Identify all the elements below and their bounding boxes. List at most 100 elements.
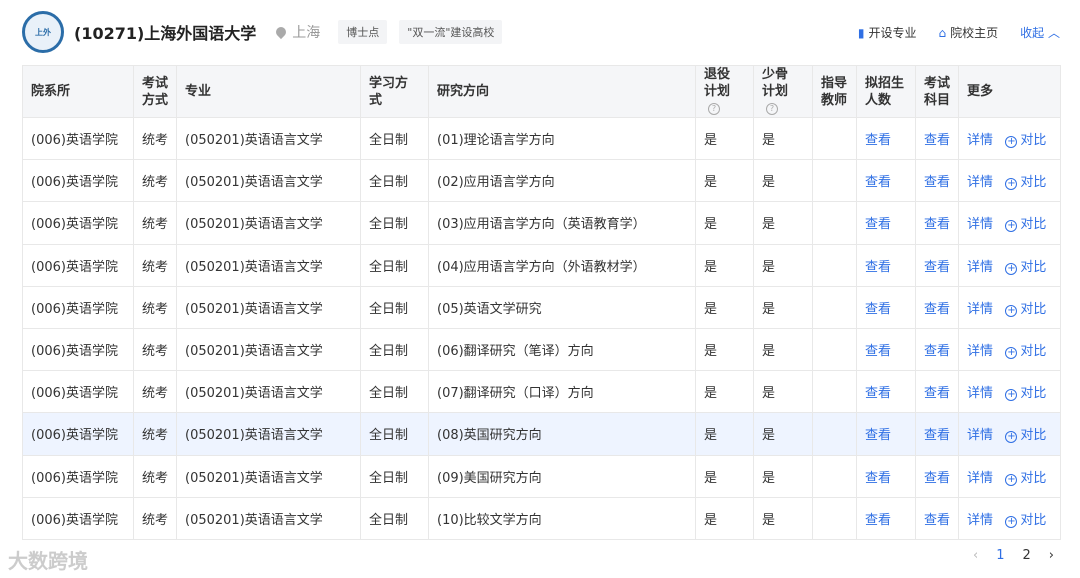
- majors-link-label: 开设专业: [868, 25, 917, 40]
- location-pin-icon: [274, 24, 289, 40]
- majors-link[interactable]: ▮ 开设专业: [858, 24, 917, 41]
- cell-major: (050201)英语语言文学: [176, 412, 361, 456]
- detail-link[interactable]: 详情: [967, 260, 993, 275]
- compare-button[interactable]: + 对比: [1005, 175, 1046, 191]
- cell-subjects: 查看: [915, 159, 959, 203]
- cell-retired-plan: 是: [695, 201, 754, 245]
- collapse-button[interactable]: 收起 ︿: [1020, 24, 1060, 41]
- cell-more: 详情 + 对比: [958, 116, 1061, 161]
- view-link[interactable]: 查看: [865, 260, 891, 275]
- cell-minority-plan: 是: [753, 159, 813, 203]
- program-table: 院系所 考试方式 专业 学习方式 研究方向 退役计划? 少骨计划? 指导教师 拟招生人数 考试科目…: [22, 65, 1061, 540]
- view-link[interactable]: 查看: [924, 133, 950, 148]
- view-link[interactable]: 查看: [865, 302, 891, 317]
- detail-link[interactable]: 详情: [967, 471, 993, 486]
- view-link[interactable]: 查看: [924, 428, 950, 443]
- cell-text: (050201)英语语言文学: [185, 175, 323, 191]
- homepage-link-label: 院校主页: [950, 25, 999, 40]
- cell-dept: (006)英语学院: [22, 201, 134, 245]
- header-label: 少骨计划: [762, 67, 789, 99]
- cell-text: (04)应用语言学方向（外语教材学）: [437, 259, 646, 275]
- cell-enrollment: 查看: [856, 454, 916, 498]
- cell-text: 是: [762, 344, 776, 360]
- cell-tutor: [812, 496, 857, 540]
- cell-enrollment: 查看: [856, 496, 916, 540]
- view-link[interactable]: 查看: [865, 513, 891, 528]
- compare-button[interactable]: + 对比: [1005, 260, 1046, 275]
- detail-link[interactable]: 详情: [967, 513, 993, 528]
- detail-link[interactable]: 详情: [967, 344, 993, 359]
- view-link[interactable]: 查看: [924, 302, 950, 317]
- compare-button[interactable]: + 对比: [1005, 513, 1046, 528]
- cell-direction: (10)比较文学方向: [428, 496, 696, 540]
- view-link[interactable]: 查看: [924, 175, 950, 190]
- help-icon[interactable]: ?: [766, 102, 778, 115]
- cell-more: 详情 + 对比: [958, 327, 1061, 372]
- cell-direction: (06)翻译研究（笔译）方向: [428, 327, 696, 372]
- cell-tutor: [812, 327, 857, 372]
- homepage-link[interactable]: ⌂ 院校主页: [939, 24, 999, 41]
- view-link[interactable]: 查看: [924, 217, 950, 232]
- view-link[interactable]: 查看: [865, 386, 891, 401]
- view-link[interactable]: 查看: [865, 133, 891, 148]
- page-1[interactable]: 1: [996, 548, 1004, 563]
- cell-retired-plan: 是: [695, 327, 754, 372]
- view-link[interactable]: 查看: [924, 471, 950, 486]
- cell-text: 全日制: [369, 217, 409, 233]
- view-link[interactable]: 查看: [924, 260, 950, 275]
- cell-text: 全日制: [369, 301, 409, 317]
- compare-button[interactable]: + 对比: [1005, 217, 1046, 233]
- cell-text: 是: [762, 133, 776, 149]
- view-link[interactable]: 查看: [865, 175, 891, 190]
- cell-more: 详情 + 对比: [958, 159, 1061, 203]
- compare-label: 对比: [1020, 386, 1047, 402]
- next-page-button[interactable]: ›: [1049, 548, 1054, 563]
- cell-direction: (05)英语文学研究: [428, 285, 696, 329]
- detail-link[interactable]: 详情: [967, 302, 993, 317]
- detail-link[interactable]: 详情: [967, 133, 993, 148]
- compare-label: 对比: [1020, 301, 1047, 317]
- view-link[interactable]: 查看: [924, 386, 950, 401]
- detail-link[interactable]: 详情: [967, 217, 993, 232]
- cell-retired-plan: 是: [695, 496, 754, 540]
- view-link[interactable]: 查看: [924, 513, 950, 528]
- cell-enrollment: 查看: [856, 201, 916, 245]
- plus-circle-icon: +: [1005, 178, 1018, 191]
- cell-mode: 全日制: [360, 327, 429, 372]
- compare-button[interactable]: + 对比: [1005, 344, 1046, 360]
- cell-text: (006)英语学院: [31, 470, 118, 486]
- page-2[interactable]: 2: [1023, 548, 1031, 563]
- cell-text: (050201)英语语言文学: [185, 344, 323, 360]
- prev-page-button[interactable]: ‹: [973, 548, 978, 563]
- compare-button[interactable]: + 对比: [1005, 133, 1046, 149]
- view-link[interactable]: 查看: [865, 344, 891, 359]
- cell-text: 统考: [142, 217, 169, 233]
- cell-subjects: 查看: [915, 454, 959, 498]
- compare-button[interactable]: + 对比: [1005, 386, 1047, 402]
- cell-text: 是: [762, 512, 776, 528]
- compare-button[interactable]: + 对比: [1005, 302, 1046, 317]
- view-link[interactable]: 查看: [924, 344, 950, 359]
- help-icon[interactable]: ?: [708, 102, 720, 115]
- cell-major: (050201)英语语言文学: [176, 285, 361, 329]
- view-link[interactable]: 查看: [865, 217, 891, 232]
- detail-link[interactable]: 详情: [967, 386, 993, 401]
- view-link[interactable]: 查看: [865, 428, 891, 443]
- table-row: (006)英语学院 统考 (050201)英语语言文学 全日制 (02)应用语言学方向 是…: [22, 159, 1061, 203]
- compare-button[interactable]: + 对比: [1005, 471, 1046, 486]
- cell-direction: (04)应用语言学方向（外语教材学）: [428, 243, 696, 287]
- header-direction: 研究方向: [428, 65, 696, 118]
- compare-button[interactable]: + 对比: [1005, 428, 1046, 444]
- detail-link[interactable]: 详情: [967, 175, 993, 190]
- cell-text: 统考: [142, 259, 169, 275]
- view-link[interactable]: 查看: [865, 471, 891, 486]
- chevron-up-icon: ︿: [1047, 25, 1060, 40]
- cell-text: (01)理论语言学方向: [437, 133, 555, 149]
- cell-direction: (09)美国研究方向: [428, 454, 696, 498]
- cell-enrollment: 查看: [856, 370, 916, 414]
- header-more: 更多: [958, 65, 1061, 118]
- detail-link[interactable]: 详情: [967, 428, 993, 443]
- plus-circle-icon: +: [1005, 304, 1018, 317]
- cell-text: 统考: [142, 301, 169, 317]
- header-major: 专业: [176, 65, 361, 118]
